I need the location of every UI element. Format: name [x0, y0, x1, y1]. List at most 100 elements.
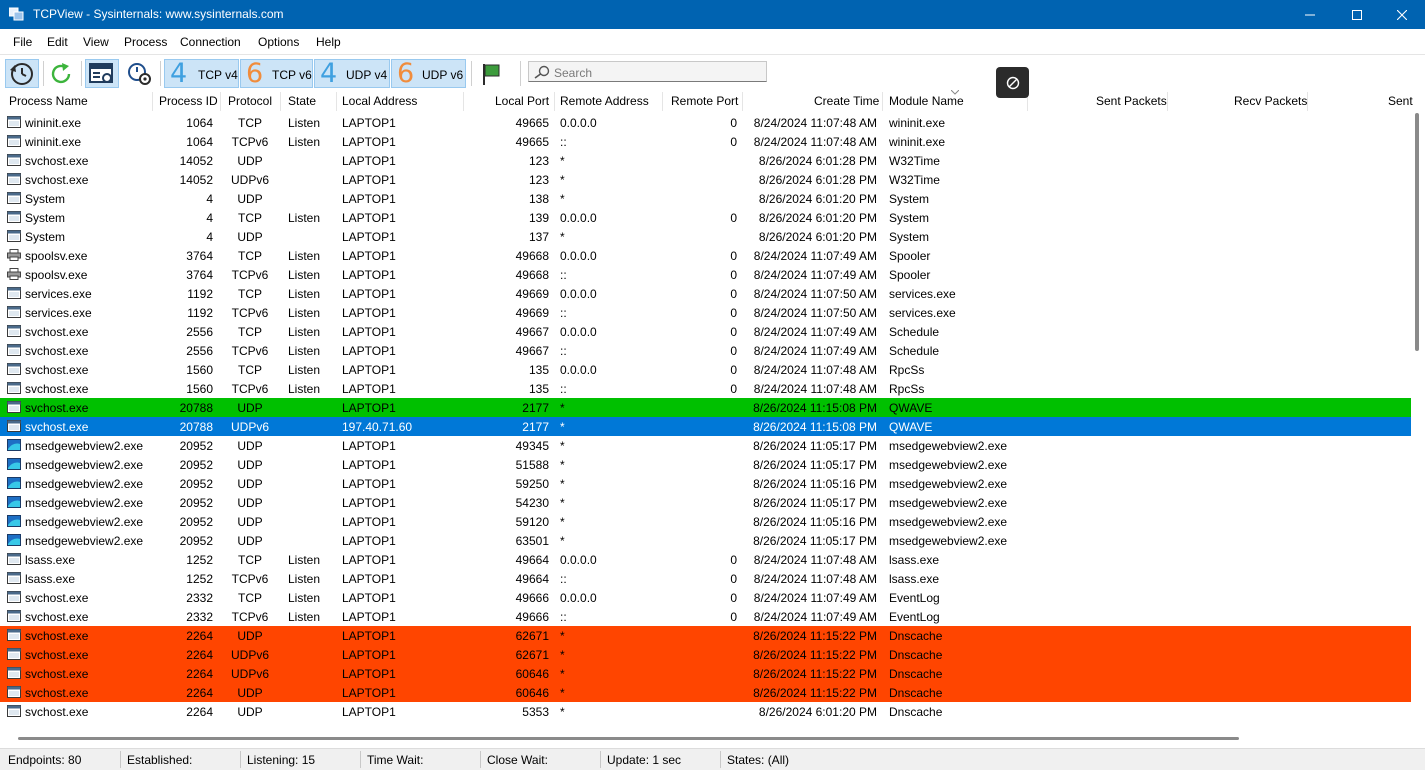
menu-edit[interactable]: Edit	[47, 35, 68, 49]
column-divider[interactable]	[742, 92, 743, 111]
table-row[interactable]: svchost.exe 1560 TCP Listen LAPTOP1 135 0.0.0.…	[0, 360, 1411, 379]
tcp-v4-filter-button[interactable]: 4 TCP v4	[164, 59, 239, 89]
menu-file[interactable]: File	[13, 35, 32, 49]
minimize-button[interactable]	[1287, 0, 1333, 29]
create-time-cell: 8/26/2024 11:15:22 PM	[753, 648, 877, 662]
col-process-id[interactable]: Process ID	[159, 94, 218, 108]
table-row[interactable]: svchost.exe 2556 TCP Listen LAPTOP1 49667 0.0.…	[0, 322, 1411, 341]
tcpview-app-icon	[9, 7, 24, 21]
vertical-scrollbar[interactable]	[1415, 113, 1419, 351]
table-row[interactable]: msedgewebview2.exe 20952 UDP LAPTOP1 59250 * 8…	[0, 474, 1411, 493]
menu-options[interactable]: Options	[258, 35, 299, 49]
table-row[interactable]: svchost.exe 2264 UDPv6 LAPTOP1 62671 * 8/26/20…	[0, 645, 1411, 664]
column-divider[interactable]	[152, 92, 153, 111]
udp-v6-filter-button[interactable]: 6 UDP v6	[391, 59, 466, 89]
table-row[interactable]: msedgewebview2.exe 20952 UDP LAPTOP1 49345 * 8…	[0, 436, 1411, 455]
table-row[interactable]: svchost.exe 2264 UDP LAPTOP1 5353 * 8/26/2024 …	[0, 702, 1411, 721]
table-row[interactable]: services.exe 1192 TCP Listen LAPTOP1 49669 0.0…	[0, 284, 1411, 303]
table-row[interactable]: svchost.exe 14052 UDP LAPTOP1 123 * 8/26/2024 …	[0, 151, 1411, 170]
table-row[interactable]: System 4 UDP LAPTOP1 138 * 8/26/2024 6:01:20 P…	[0, 189, 1411, 208]
create-time-cell: 8/24/2024 11:07:48 AM	[753, 135, 877, 149]
col-recv-packets[interactable]: Recv Packets	[1234, 94, 1307, 108]
col-remote-address[interactable]: Remote Address	[560, 94, 649, 108]
protocol-cell: TCP	[238, 287, 262, 301]
stop-button[interactable]	[996, 67, 1029, 98]
table-row[interactable]: svchost.exe 1560 TCPv6 Listen LAPTOP1 135:: 0 8…	[0, 379, 1411, 398]
table-row[interactable]: svchost.exe 2264 UDP LAPTOP1 60646 * 8/26/2024…	[0, 683, 1411, 702]
col-sent-packets[interactable]: Sent Packets	[1096, 94, 1167, 108]
col-create-time[interactable]: Create Time	[814, 94, 879, 108]
column-divider[interactable]	[220, 92, 221, 111]
table-row[interactable]: wininit.exe 1064 TCPv6 Listen LAPTOP1 49665::…	[0, 132, 1411, 151]
protocol-cell: UDP	[237, 496, 263, 510]
module-name-cell: System	[889, 211, 930, 225]
col-process-name[interactable]: Process Name	[9, 94, 88, 108]
process-name-cell: svchost.exe	[25, 363, 89, 377]
col-protocol[interactable]: Protocol	[228, 94, 272, 108]
table-row[interactable]: svchost.exe 2332 TCP Listen LAPTOP1 49666 0.0.…	[0, 588, 1411, 607]
column-divider[interactable]	[280, 92, 281, 111]
status-bar: Endpoints: 80 Established: Listening: 15…	[0, 748, 1425, 770]
resolve-addresses-button[interactable]	[85, 59, 119, 88]
table-row[interactable]: svchost.exe 2264 UDP LAPTOP1 62671 * 8/26/2024…	[0, 626, 1411, 645]
column-divider[interactable]	[1167, 92, 1168, 111]
create-time-cell: 8/26/2024 6:01:20 PM	[758, 211, 877, 225]
menu-help[interactable]: Help	[316, 35, 341, 49]
table-row[interactable]: spoolsv.exe 3764 TCPv6 Listen LAPTOP1 49668::…	[0, 265, 1411, 284]
table-row[interactable]: System 4 TCP Listen LAPTOP1 139 0.0.0.0 0 8/26/2…	[0, 208, 1411, 227]
module-name-cell: wininit.exe	[889, 116, 946, 130]
close-button[interactable]	[1379, 0, 1425, 29]
table-row[interactable]: svchost.exe 20788 UDP LAPTOP1 2177 * 8/26/2024…	[0, 398, 1411, 417]
udp-v4-filter-button[interactable]: 4 UDP v4	[314, 59, 390, 89]
table-row[interactable]: svchost.exe 2556 TCPv6 Listen LAPTOP1 49667::…	[0, 341, 1411, 360]
module-name-cell: Dnscache	[889, 629, 943, 643]
maximize-button[interactable]	[1334, 0, 1380, 29]
local-port-cell: 49664	[515, 553, 549, 567]
table-row[interactable]: lsass.exe 1252 TCPv6 Listen LAPTOP1 49664:: 0 8…	[0, 569, 1411, 588]
table-row[interactable]: svchost.exe 2332 TCPv6 Listen LAPTOP1 49666::…	[0, 607, 1411, 626]
col-remote-port[interactable]: Remote Port	[671, 94, 738, 108]
refresh-button[interactable]	[46, 59, 76, 88]
local-port-cell: 135	[528, 363, 549, 377]
col-module-name[interactable]: Module Name	[889, 94, 964, 108]
table-row[interactable]: msedgewebview2.exe 20952 UDP LAPTOP1 51588 * 8…	[0, 455, 1411, 474]
horizontal-scrollbar[interactable]	[18, 737, 1239, 740]
module-name-cell: services.exe	[889, 287, 956, 301]
column-divider[interactable]	[1307, 92, 1308, 111]
table-row[interactable]: svchost.exe 20788 UDPv6 197.40.71.60 2177 * 8/…	[0, 417, 1411, 436]
column-divider[interactable]	[882, 92, 883, 111]
process-id-cell: 3764	[186, 249, 213, 263]
menu-connection[interactable]: Connection	[180, 35, 241, 49]
remote-port-cell: 0	[730, 249, 737, 263]
refresh-interval-button[interactable]	[5, 59, 39, 88]
flag-button[interactable]	[476, 59, 506, 88]
col-local-port[interactable]: Local Port	[495, 94, 549, 108]
col-state[interactable]: State	[288, 94, 316, 108]
table-row[interactable]: System 4 UDP LAPTOP1 137 * 8/26/2024 6:01:20 P…	[0, 227, 1411, 246]
col-local-address[interactable]: Local Address	[342, 94, 417, 108]
table-row[interactable]: svchost.exe 14052 UDPv6 LAPTOP1 123 * 8/26/202…	[0, 170, 1411, 189]
table-row[interactable]: services.exe 1192 TCPv6 Listen LAPTOP1 49669:…	[0, 303, 1411, 322]
local-address-cell: LAPTOP1	[342, 496, 396, 510]
table-row[interactable]: spoolsv.exe 3764 TCP Listen LAPTOP1 49668 0.0.…	[0, 246, 1411, 265]
column-divider[interactable]	[554, 92, 555, 111]
column-divider[interactable]	[463, 92, 464, 111]
status-states[interactable]: States: (All)	[727, 753, 789, 767]
status-update[interactable]: Update: 1 sec	[607, 753, 681, 767]
menu-view[interactable]: View	[83, 35, 109, 49]
app-window-icon	[7, 648, 21, 660]
col-sent[interactable]: Sent	[1388, 94, 1413, 108]
tcp-v6-filter-button[interactable]: 6 TCP v6	[240, 59, 313, 89]
process-settings-button[interactable]	[124, 59, 156, 88]
table-row[interactable]: msedgewebview2.exe 20952 UDP LAPTOP1 63501 * 8…	[0, 531, 1411, 550]
table-row[interactable]: msedgewebview2.exe 20952 UDP LAPTOP1 59120 * 8…	[0, 512, 1411, 531]
remote-address-cell: ::	[560, 135, 567, 149]
menu-process[interactable]: Process	[124, 35, 167, 49]
table-row[interactable]: msedgewebview2.exe 20952 UDP LAPTOP1 54230 * 8…	[0, 493, 1411, 512]
table-row[interactable]: wininit.exe 1064 TCP Listen LAPTOP1 49665 0.0.…	[0, 113, 1411, 132]
column-divider[interactable]	[336, 92, 337, 111]
table-row[interactable]: lsass.exe 1252 TCP Listen LAPTOP1 49664 0.0.0.…	[0, 550, 1411, 569]
column-divider[interactable]	[662, 92, 663, 111]
search-input[interactable]: Search	[528, 61, 767, 82]
table-row[interactable]: svchost.exe 2264 UDPv6 LAPTOP1 60646 * 8/26/20…	[0, 664, 1411, 683]
